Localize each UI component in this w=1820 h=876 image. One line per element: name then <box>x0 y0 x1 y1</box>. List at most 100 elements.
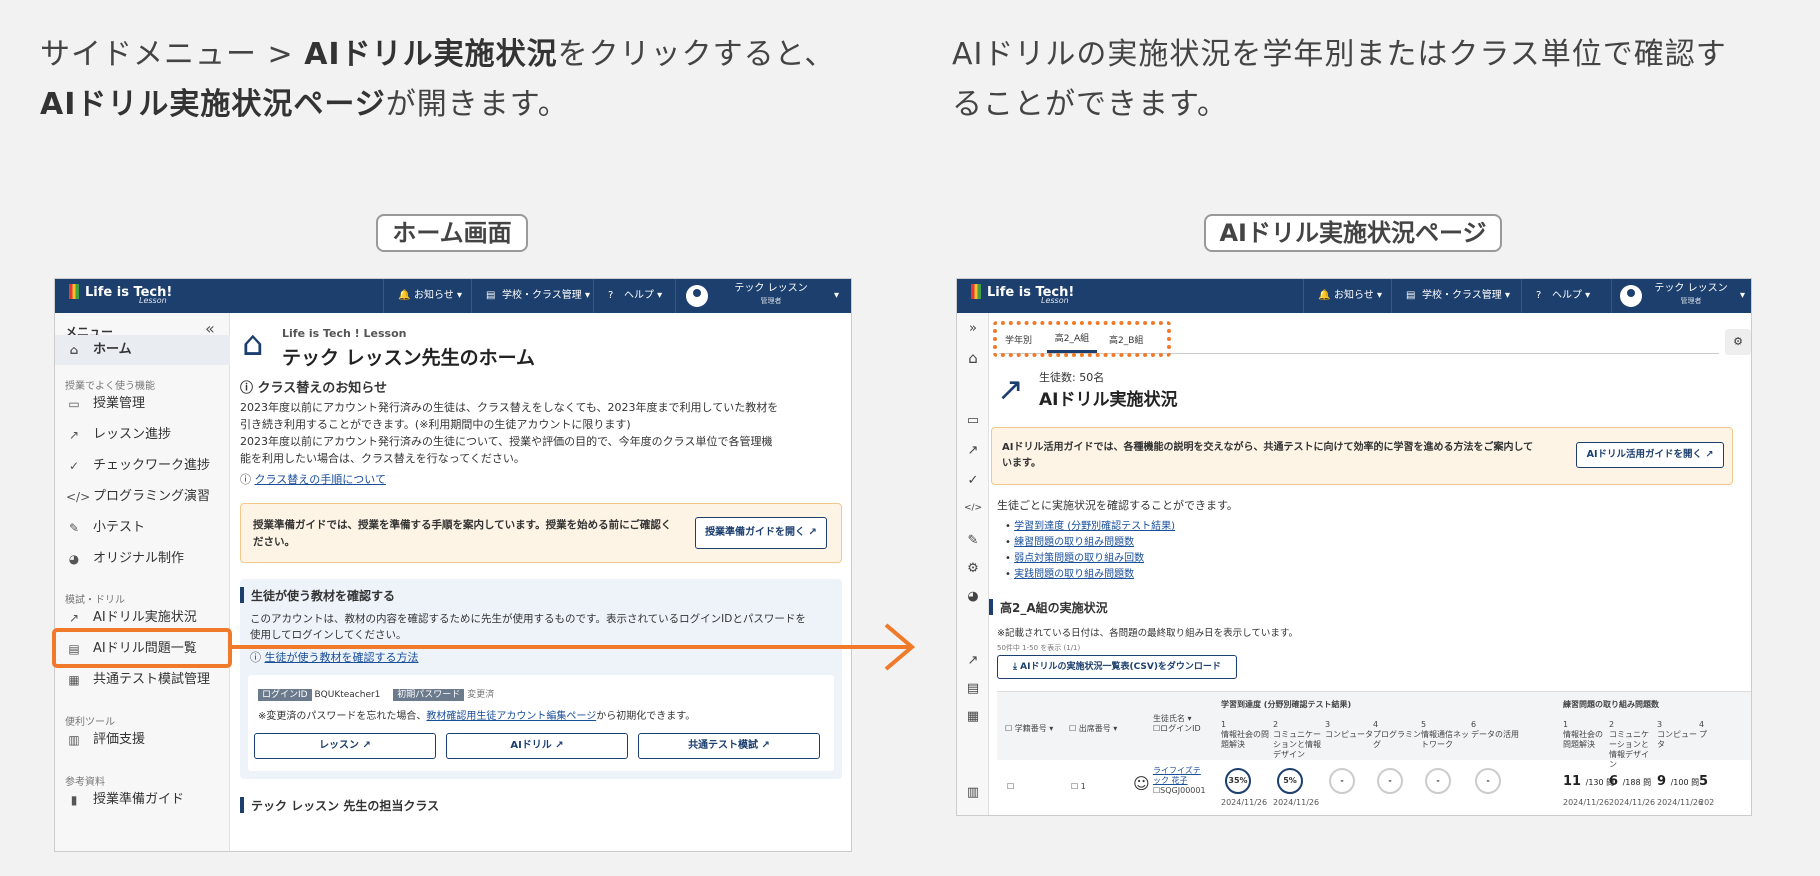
palette-icon: ◕ <box>68 552 80 566</box>
sidebar-item-mock-test[interactable]: ▦ 共通テスト模試管理 <box>55 665 230 695</box>
logo[interactable]: Life is Tech! Lesson <box>971 284 1074 305</box>
col-practice-1: 1 情報社会の問題解決 <box>1563 720 1603 749</box>
sidebar-item-home[interactable]: ⌂ ホーム <box>55 335 230 365</box>
school-menu[interactable]: ▤ 学校・クラス管理 ▾ <box>1391 279 1521 313</box>
right-caption: AIドリルの実施状況を学年別またはクラス単位で確認す ることができます。 <box>952 30 1792 130</box>
trend-icon: ↗ <box>68 428 80 442</box>
caption-bold: AIドリル実施状況ページ <box>40 87 386 122</box>
date-note: ※記載されている日付は、各問題の最終取り組み日を表示しています。 <box>997 628 1298 639</box>
home-screen-label: ホーム画面 <box>376 214 528 252</box>
sidebar-item-evaluation[interactable]: ▥ 評価支援 <box>55 725 230 755</box>
help-icon: ⓘ <box>240 473 255 486</box>
col-achievement-6: 6 データの活用 <box>1471 720 1519 739</box>
check-circle-icon[interactable]: ✓ <box>957 473 989 488</box>
list-icon[interactable]: ▤ <box>957 681 989 696</box>
mock-test-button[interactable]: 共通テスト模試 ↗ <box>638 733 820 759</box>
col-practice-3: 3 コンピュータ <box>1657 720 1697 749</box>
achievement-gauge: - <box>1377 768 1403 794</box>
sidebar-item-programming[interactable]: </> プログラミング演習 <box>55 482 230 512</box>
palette-icon[interactable]: ◕ <box>957 589 989 604</box>
tab-highlight <box>993 321 1171 357</box>
notice-link-row: ⓘ クラス替えの手順について <box>240 471 386 487</box>
home-icon: ⌂ <box>69 343 79 357</box>
achievement-gauge: 5% <box>1277 768 1303 794</box>
drill-page-label: AIドリル実施状況ページ <box>1204 214 1502 252</box>
col-student-name[interactable]: 生徒氏名 ▾ ☐ログインID <box>1153 714 1201 734</box>
col-practice-4: 4プ <box>1699 720 1707 739</box>
practice-count-link[interactable]: 練習問題の取り組み問題数 <box>1014 537 1134 548</box>
sidebar-item-quiz[interactable]: ✎ 小テスト <box>55 513 230 543</box>
caption-text: サイドメニュー > <box>40 37 305 72</box>
ai-drill-button[interactable]: AIドリル ↗ <box>446 733 628 759</box>
building-icon: ▤ <box>1406 290 1416 301</box>
home-icon[interactable]: ⌂ <box>957 349 989 367</box>
last-attempt-date: 2024/11/26 <box>1657 798 1704 807</box>
collapsed-sidebar: » ⌂ ▭ ↗ ✓ </> ✎ ⚙ ◕ ↗ ▤ ▦ ▥ <box>957 313 989 815</box>
exercise-count-link[interactable]: 実践問題の取り組み問題数 <box>1014 569 1134 580</box>
org-name: Life is Tech ! Lesson <box>282 327 407 340</box>
col-achievement-5: 5 情報通信ネットワーク <box>1421 720 1469 749</box>
code-icon[interactable]: </> <box>957 503 989 513</box>
help-menu[interactable]: ? ヘルプ ▾ <box>1521 279 1611 313</box>
col-achievement-4: 4 プログラミング <box>1373 720 1421 749</box>
logo[interactable]: Life is Tech! Lesson <box>69 284 172 305</box>
sidebar-item-original[interactable]: ◕ オリジナル制作 <box>55 544 230 574</box>
lesson-button[interactable]: レッスン ↗ <box>254 733 436 759</box>
student-account-edit-link[interactable]: 教材確認用生徒アカウント編集ページ <box>426 711 596 722</box>
user-menu[interactable]: テック レッスン 管理者 ▾ <box>675 279 851 313</box>
avatar <box>1620 285 1642 307</box>
download-csv-button[interactable]: ⤓ AIドリルの実施状況一覧表(CSV)をダウンロード <box>997 655 1237 679</box>
arrow-icon <box>230 623 916 671</box>
row-checkbox[interactable]: ☐ <box>1007 782 1014 792</box>
last-attempt-date: 202 <box>1699 798 1715 807</box>
drill-guide-note: AIドリル活用ガイドでは、各種機能の説明を交えながら、共通テストに向けて効率的に… <box>991 427 1733 485</box>
pencil-icon[interactable]: ✎ <box>957 533 989 548</box>
practice-count: 5 <box>1699 774 1709 789</box>
bar-chart-icon[interactable]: ▥ <box>957 785 989 800</box>
caption-text: が開きます。 <box>385 87 569 122</box>
class-change-link[interactable]: クラス替えの手順について <box>255 473 386 486</box>
chart-icon[interactable]: ↗ <box>957 653 989 668</box>
group-practice: 練習問題の取り組み問題数 <box>1563 700 1659 709</box>
prep-guide-note: 授業準備ガイドでは、授業を準備する手順を案内しています。授業を始める前にご確認く… <box>240 503 842 563</box>
sidebar-item-class-manage[interactable]: ▭ 授業管理 <box>55 389 230 419</box>
col-grade-number[interactable]: ☐ 学籍番号 ▾ <box>1005 724 1053 734</box>
page-title: AIドリル実施状況 <box>1039 390 1178 410</box>
last-attempt-date: 2024/11/26 <box>1273 798 1320 807</box>
achievement-gauge: - <box>1329 768 1355 794</box>
help-icon: ? <box>1536 290 1542 301</box>
document-icon[interactable]: ▦ <box>957 709 989 724</box>
sidebar-item-checkwork[interactable]: ✓ チェックワーク進捗 <box>55 451 230 481</box>
notice-menu[interactable]: 🔔 お知らせ ▾ <box>1303 279 1391 313</box>
settings-icon[interactable]: ⚙ <box>1725 329 1751 355</box>
col-practice-2: 2 コミュニケーションと情報デザイン <box>1609 720 1649 769</box>
weakness-count-link[interactable]: 弱点対策問題の取り組み回数 <box>1014 553 1144 564</box>
sidebar-item-lesson-progress[interactable]: ↗ レッスン進捗 <box>55 420 230 450</box>
last-attempt-date: 2024/11/26 <box>1609 798 1656 807</box>
open-drill-guide-button[interactable]: AIドリル活用ガイドを開く ↗ <box>1576 442 1724 468</box>
section-title: 高2_A組の実施状況 <box>989 599 1108 616</box>
col-seat-number[interactable]: ☐ 出席番号 ▾ <box>1069 724 1117 734</box>
school-menu[interactable]: ▤ 学校・クラス管理 ▾ <box>471 279 593 313</box>
highlight-box <box>52 628 232 668</box>
info-icon: ⓘ <box>240 381 258 396</box>
open-prep-guide-button[interactable]: 授業準備ガイドを開く ↗ <box>695 517 827 549</box>
password-note: ※変更済のパスワードを忘れた場合、教材確認用生徒アカウント編集ページから初期化で… <box>258 711 696 722</box>
sidebar-item-prep-guide[interactable]: ▮ 授業準備ガイド <box>55 785 230 815</box>
student-count: 生徒数: 50名 <box>1039 371 1105 384</box>
pencil-icon: ✎ <box>68 521 80 535</box>
book-icon: ▮ <box>70 793 78 807</box>
document-icon: ▦ <box>68 673 80 687</box>
trend-icon[interactable]: ↗ <box>957 443 989 458</box>
screen-icon[interactable]: ▭ <box>957 413 989 428</box>
user-menu[interactable]: テック レッスン 管理者 ▾ <box>1611 279 1751 313</box>
achievement-link[interactable]: 学習到達度 (分野別確認テスト結果) <box>1014 521 1175 532</box>
notice-menu[interactable]: 🔔 お知らせ ▾ <box>383 279 471 313</box>
expand-icon[interactable]: » <box>957 321 989 336</box>
drill-main: 学年別 高2_A組 高2_B組 ⚙ ↗ 生徒数: 50名 AIドリル実施状況 A… <box>989 313 1751 815</box>
drill-window: Life is Tech! Lesson 🔔 お知らせ ▾ ▤ 学校・クラス管理 ▾ … <box>956 278 1752 816</box>
bell-icon: 🔔 <box>398 290 411 301</box>
python-icon[interactable]: ⚙ <box>957 561 989 576</box>
bell-icon: 🔔 <box>1318 290 1331 301</box>
help-menu[interactable]: ? ヘルプ ▾ <box>593 279 675 313</box>
